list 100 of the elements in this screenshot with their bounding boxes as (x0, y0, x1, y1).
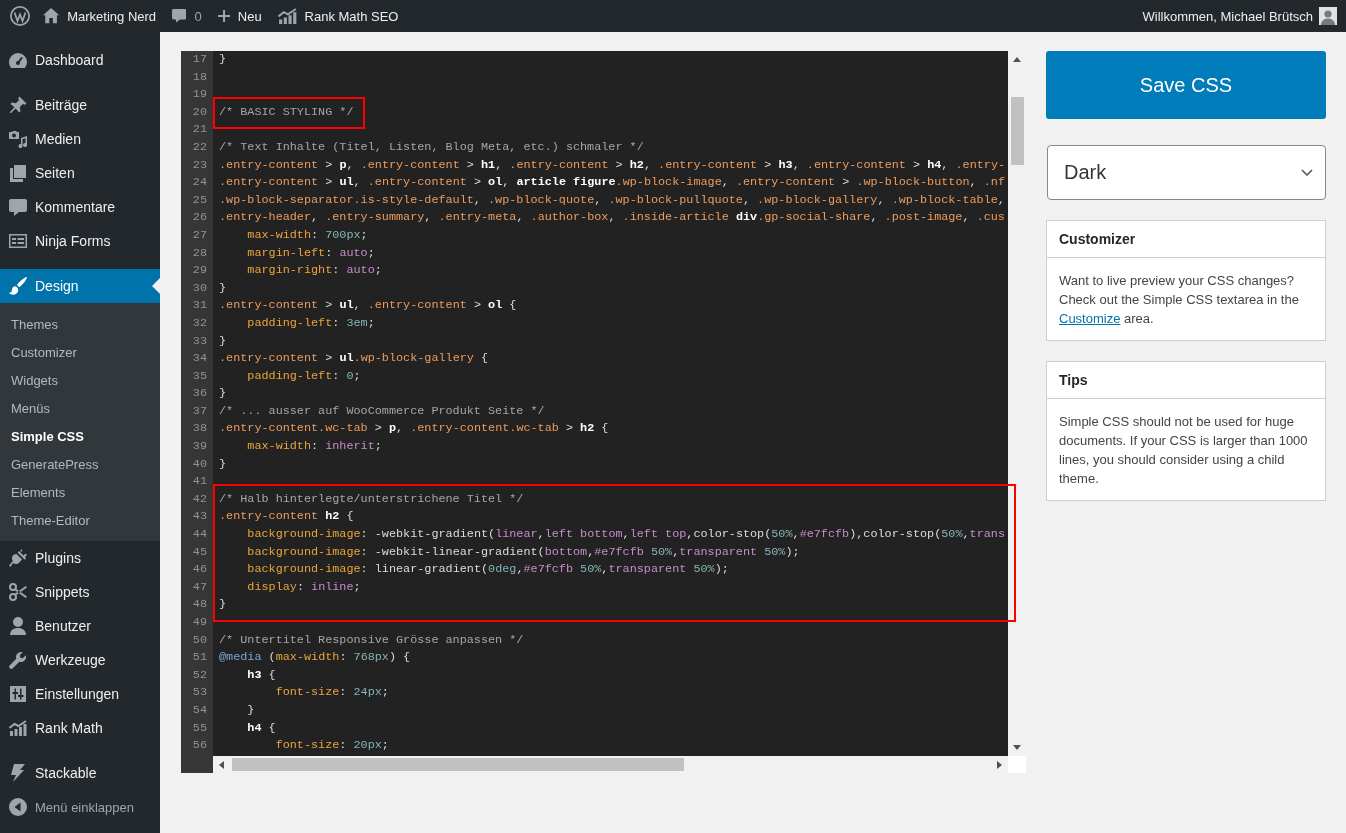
code-line: } (246, 702, 255, 717)
menu-item[interactable]: Stackable (0, 756, 160, 790)
menu-item[interactable]: Kommentare (0, 190, 160, 224)
code-line: @media (max-width: 768px) { (219, 650, 411, 665)
card-text: Simple CSS should not be used for huge documents. If your CSS is larger than 1000 lines, you should consider using a child theme. (1058, 413, 1309, 488)
menu-item[interactable]: Snippets (0, 575, 160, 609)
bar-chart-icon (9, 720, 27, 736)
menu-item[interactable]: Einstellungen (0, 677, 160, 711)
menu-item[interactable]: Rank Math (0, 711, 160, 745)
submenu-item[interactable]: Theme-Editor (0, 506, 160, 534)
code-line: } (219, 456, 227, 471)
line-number: 47 (192, 578, 207, 596)
down-arrow-icon[interactable] (1013, 745, 1021, 750)
code-line: .entry-content.wc-tab > p, .entry-content.wc-tab > h2 { (219, 421, 609, 436)
line-number: 55 (192, 719, 207, 737)
horizontal-scrollbar[interactable] (213, 756, 1008, 773)
left-arrow-icon[interactable] (219, 760, 224, 769)
form-icon (9, 234, 27, 248)
line-number: 20 (192, 103, 207, 121)
save-css-button[interactable]: Save CSS (1046, 51, 1326, 119)
code-line: /* Untertitel Responsive Grösse anpassen */ (219, 632, 524, 647)
line-number: 18 (192, 68, 207, 86)
line-number: 29 (192, 262, 207, 280)
scrollbar-thumb[interactable] (1010, 97, 1024, 165)
line-number: 41 (192, 473, 207, 491)
avatar-icon (1319, 7, 1337, 25)
comments-link[interactable]: 0 (164, 0, 210, 32)
line-number: 24 (192, 174, 207, 192)
site-name-link[interactable]: Marketing Nerd (35, 0, 165, 32)
code-line: } (219, 52, 227, 66)
line-number: 17 (192, 51, 207, 68)
code-line: padding-left: 0; (246, 368, 361, 383)
bar-chart-icon (277, 7, 297, 25)
line-number: 23 (192, 156, 207, 174)
code-line: font-size: 24px; (274, 685, 389, 700)
code-editor[interactable] (181, 51, 1026, 773)
line-number: 42 (192, 490, 207, 508)
submenu-item[interactable]: Elements (0, 478, 160, 506)
gauge-icon (9, 52, 27, 68)
circle-logo-icon[interactable] (10, 6, 30, 26)
line-number: 34 (192, 350, 207, 368)
line-number: 40 (192, 455, 207, 473)
menu-item[interactable]: Ninja Forms (0, 224, 160, 258)
code-line: .entry-content > ul.wp-block-gallery { (219, 351, 489, 366)
up-arrow-icon[interactable] (1013, 57, 1021, 62)
line-number: 50 (192, 631, 207, 649)
menu-item[interactable]: Dashboard (0, 43, 160, 77)
collapse-menu-button[interactable]: Menü einklappen (0, 790, 160, 824)
customize-link[interactable]: Customize (1059, 311, 1121, 326)
submenu-item[interactable]: Menüs (0, 394, 160, 422)
code-line: padding-left: 3em; (246, 315, 375, 330)
code-line: .entry-header, .entry-summary, .entry-meta, .author-box, .inside-article div.gp-social-share, .post-image, .cus (219, 210, 1005, 225)
code-line: } (219, 280, 227, 295)
line-number: 44 (192, 526, 207, 544)
sliders-icon (10, 686, 26, 702)
menu-item[interactable]: Werkzeuge (0, 643, 160, 677)
lightning-bolt-icon (11, 764, 25, 782)
line-number: 30 (192, 279, 207, 297)
code-line: h4 { (246, 720, 276, 735)
code-line: margin-right: auto; (246, 263, 382, 278)
line-number: 51 (192, 649, 207, 667)
menu-item[interactable]: Benutzer (0, 609, 160, 643)
seo-menu-link[interactable]: Rank Math SEO (269, 0, 407, 32)
line-number: 21 (192, 121, 207, 139)
style-select[interactable]: Dark (1047, 145, 1326, 200)
menu-item[interactable]: Seiten (0, 156, 160, 190)
submenu-item[interactable]: Themes (0, 310, 160, 338)
scrollbar-thumb[interactable] (232, 758, 684, 771)
line-number: 32 (192, 314, 207, 332)
new-content-link[interactable]: Neu (209, 0, 270, 32)
menu-item[interactable]: Design (0, 269, 160, 303)
right-arrow-icon[interactable] (997, 760, 1002, 769)
card-text: Want to live preview your CSS changes? Check out the Simple CSS textarea in the Customize area. (1058, 272, 1300, 328)
card-title: Customizer (1047, 221, 1325, 258)
submenu-item[interactable]: GeneratePress (0, 450, 160, 478)
line-number: 39 (192, 438, 207, 456)
paintbrush-icon (9, 277, 27, 295)
line-number: 48 (192, 596, 207, 614)
line-number: 35 (192, 367, 207, 385)
scissors-icon (9, 583, 27, 601)
line-number: 31 (192, 297, 207, 315)
code-line: margin-left: auto; (246, 245, 375, 260)
menu-item[interactable]: Plugins (0, 541, 160, 575)
line-number: 37 (192, 402, 207, 420)
code-line: background-image: -webkit-linear-gradient(bottom,#e7fcfb 50%,transparent 50%); (246, 544, 800, 559)
account-link[interactable]: Willkommen, Michael Brütsch (1134, 0, 1346, 32)
submenu-item[interactable]: Widgets (0, 366, 160, 394)
submenu-item[interactable]: Simple CSS (0, 422, 160, 450)
home-icon (43, 8, 60, 24)
menu-item[interactable]: Beiträge (0, 88, 160, 122)
submenu-item[interactable]: Customizer (0, 338, 160, 366)
code-line: .entry-content h2 { (219, 509, 354, 524)
code-line: max-width: 700px; (246, 227, 368, 242)
plus-icon (217, 9, 230, 23)
wrench-icon (9, 651, 27, 669)
pages-icon (10, 164, 26, 182)
menu-item[interactable]: Medien (0, 122, 160, 156)
speech-bubble-icon (9, 198, 27, 216)
code-line: h3 { (246, 667, 276, 682)
speech-bubble-icon (172, 9, 187, 23)
